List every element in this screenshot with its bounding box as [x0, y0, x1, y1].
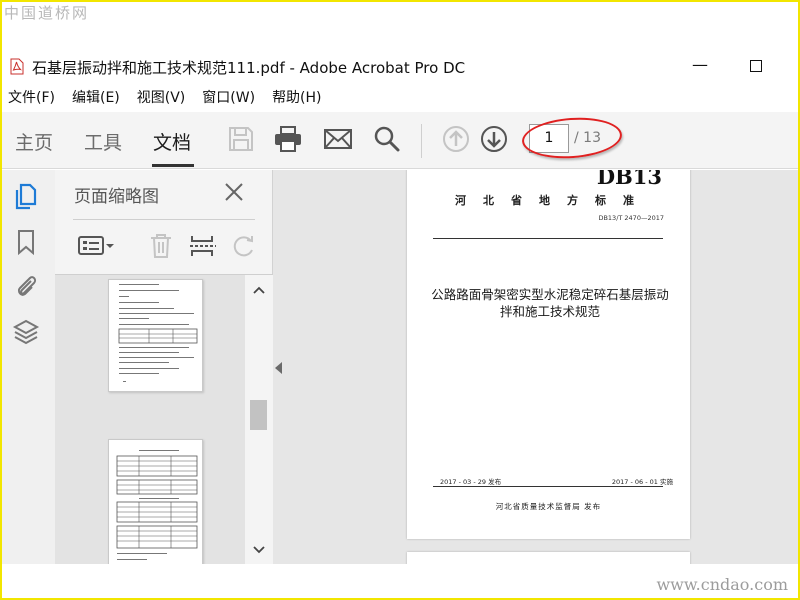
tab-document[interactable]: 文档: [153, 128, 191, 155]
document-title: 公路路面骨架密实型水泥稳定碎石基层振动拌和施工技术规范: [431, 287, 669, 319]
page-down-icon[interactable]: [479, 124, 509, 154]
issuing-authority: 河北省质量技术监督局 发布: [495, 502, 602, 511]
page-thumbnail-preview: [116, 450, 198, 560]
maximize-button[interactable]: [750, 60, 762, 72]
page-up-icon[interactable]: [441, 124, 471, 154]
chevron-down-icon[interactable]: [252, 545, 266, 555]
panel-divider: [73, 219, 255, 220]
menu-window[interactable]: 窗口(W): [194, 87, 264, 111]
insert-page-icon[interactable]: [188, 230, 218, 262]
header-rule: [433, 238, 663, 239]
menu-edit[interactable]: 编辑(E): [64, 87, 129, 111]
thumbnail-list: 6: [55, 275, 245, 564]
page-thumbnail[interactable]: [108, 439, 203, 564]
close-icon[interactable]: [223, 181, 245, 203]
rotate-icon[interactable]: [229, 230, 259, 262]
standard-number: DB13/T 2470—2017: [598, 214, 664, 222]
document-page: DB13 河北省地方标准 DB13/T 2470—2017 公路路面骨架密实型水…: [407, 170, 690, 539]
page-thumbnail-preview: [118, 284, 198, 382]
toolbar: 主页 工具 文档: [0, 112, 800, 169]
pdf-file-icon: [10, 58, 24, 75]
print-icon[interactable]: [273, 124, 303, 154]
page-thumbnails-panel: 页面缩略图: [55, 170, 273, 564]
document-viewer[interactable]: DB13 河北省地方标准 DB13/T 2470—2017 公路路面骨架密实型水…: [273, 170, 800, 564]
menu-view[interactable]: 视图(V): [129, 87, 195, 111]
page-thumbnails-icon[interactable]: [12, 182, 40, 210]
collapse-panel-arrow-icon[interactable]: [275, 362, 282, 374]
menu-help[interactable]: 帮助(H): [264, 87, 330, 111]
window-title: 石基层振动拌和施工技术规范111.pdf - Adobe Acrobat Pro…: [32, 59, 466, 77]
menu-bar: 文件(F) 编辑(E) 视图(V) 窗口(W) 帮助(H): [0, 87, 331, 111]
layers-icon[interactable]: [12, 318, 40, 346]
chevron-up-icon[interactable]: [252, 285, 266, 295]
search-icon[interactable]: [372, 124, 402, 154]
issue-date: 2017 - 03 - 29 发布: [440, 478, 502, 486]
standard-code: DB13: [596, 170, 662, 189]
save-icon[interactable]: [226, 124, 256, 154]
panel-title: 页面缩略图: [74, 187, 159, 207]
page-thumbnail[interactable]: [108, 279, 203, 392]
tab-home[interactable]: 主页: [15, 128, 53, 155]
tab-tools[interactable]: 工具: [84, 128, 122, 155]
standard-category: 河北省地方标准: [455, 194, 651, 207]
minimize-button[interactable]: —: [692, 55, 708, 74]
next-document-page: [407, 552, 690, 564]
menu-file[interactable]: 文件(F): [0, 87, 64, 111]
watermark-bottom: www.cndao.com: [656, 575, 788, 594]
active-tab-indicator: [152, 164, 194, 167]
thumbnail-scrollbar[interactable]: [245, 275, 273, 564]
toolbar-separator: [421, 124, 422, 158]
footer-rule: [433, 486, 663, 487]
scrollbar-thumb[interactable]: [250, 400, 267, 430]
effective-date: 2017 - 06 - 01 实施: [611, 478, 673, 486]
attachment-icon[interactable]: [12, 272, 40, 300]
watermark-top: 中国道桥网: [4, 4, 90, 22]
delete-icon[interactable]: [146, 230, 176, 262]
thumbnail-options-icon[interactable]: [75, 230, 117, 262]
navigation-rail: [0, 170, 55, 564]
title-bar: 石基层振动拌和施工技术规范111.pdf - Adobe Acrobat Pro…: [0, 52, 800, 82]
bookmark-icon[interactable]: [12, 228, 40, 256]
email-icon[interactable]: [323, 124, 353, 154]
